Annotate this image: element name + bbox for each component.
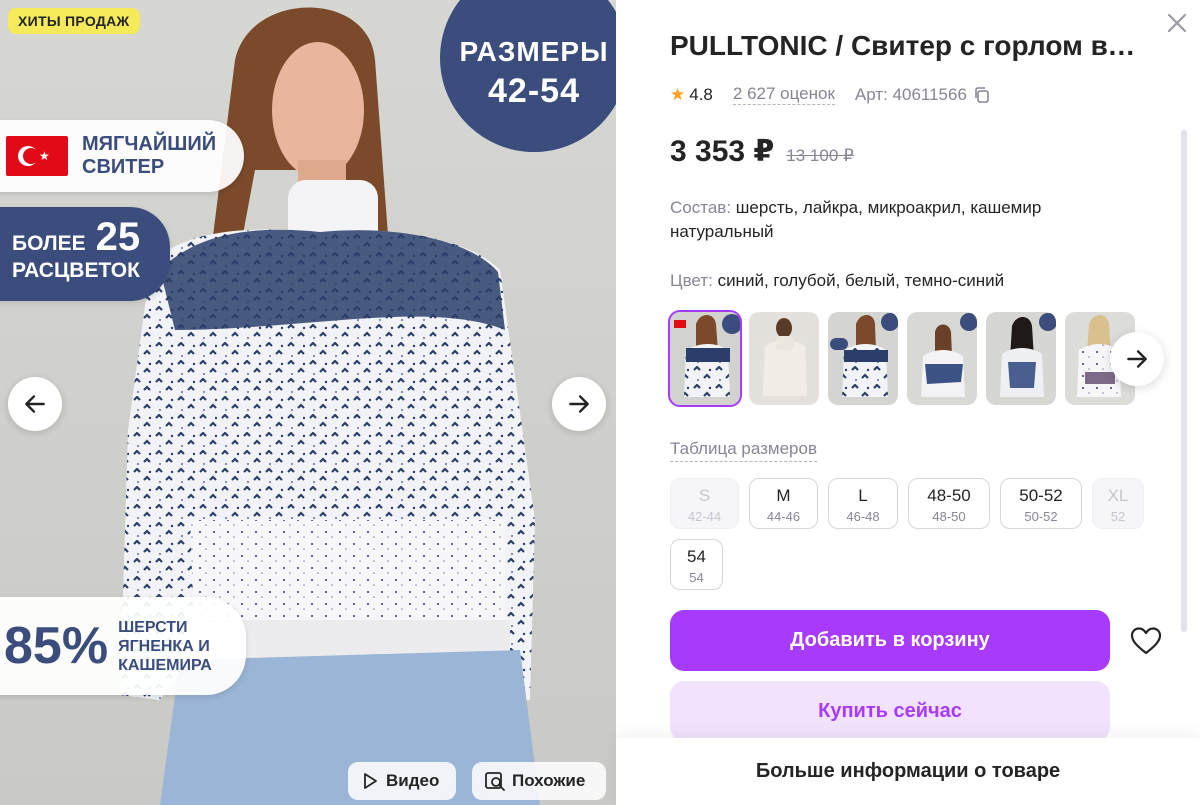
copy-icon[interactable] bbox=[973, 86, 991, 104]
size-label: 54 bbox=[687, 547, 706, 566]
promo-wool-line3: КАШЕМИРА bbox=[118, 656, 212, 674]
color-value: синий, голубой, белый, темно-синий bbox=[717, 271, 1005, 290]
size-table-link[interactable]: Таблица размеров bbox=[670, 439, 817, 462]
promo-soft-line2: СВИТЕР bbox=[82, 156, 165, 178]
size-option[interactable]: L 46-48 bbox=[828, 478, 898, 529]
color-variant-thumb[interactable] bbox=[828, 312, 898, 405]
article-text: Арт: 40611566 bbox=[854, 84, 967, 104]
reviews-link[interactable]: 2 627 оценок bbox=[732, 84, 835, 105]
size-label: 48-50 bbox=[927, 486, 971, 505]
article-number[interactable]: Арт: 40611566 bbox=[855, 85, 991, 105]
buy-now-button[interactable]: Купить сейчас bbox=[670, 681, 1110, 741]
size-option[interactable]: 48-50 48-50 bbox=[908, 478, 990, 529]
size-option[interactable]: M 44-46 bbox=[749, 478, 818, 529]
promo-soft-pill: ★ МЯГЧАЙШИЙ СВИТЕР bbox=[0, 120, 244, 192]
promo-colors-word1: БОЛЕЕ bbox=[12, 232, 86, 255]
size-option[interactable]: 54 54 bbox=[670, 539, 723, 590]
similar-label: Похожие bbox=[512, 771, 586, 790]
arrow-left-icon bbox=[25, 395, 45, 413]
promo-wool-line2: ЯГНЕНКА И bbox=[118, 637, 210, 655]
composition: Состав: шерсть, лайкра, микроакрил, каше… bbox=[670, 196, 1110, 244]
old-price: 13 100 ₽ bbox=[786, 146, 854, 165]
video-label: Видео bbox=[386, 771, 440, 790]
current-price: 3 353 ₽ bbox=[670, 135, 775, 168]
video-button[interactable]: Видео bbox=[348, 762, 456, 800]
size-label: L bbox=[858, 486, 868, 505]
product-title: PULLTONIC / Свитер с горлом вязаный bbox=[670, 30, 1150, 61]
more-info-button[interactable]: Больше информации о товаре bbox=[616, 738, 1200, 805]
color-variant-thumb[interactable] bbox=[668, 310, 742, 407]
product-rating: 4.8 bbox=[689, 84, 713, 104]
heart-icon[interactable] bbox=[1129, 625, 1163, 657]
size-option[interactable]: S 42-44 bbox=[670, 478, 739, 529]
size-label: M bbox=[776, 486, 791, 505]
size-ru: 52 bbox=[1110, 509, 1126, 524]
color-info: Цвет: синий, голубой, белый, темно-синий bbox=[670, 269, 1110, 293]
product-info-panel: PULLTONIC / Свитер с горлом вязаный ★ 4.… bbox=[616, 0, 1200, 805]
thumbnails-next-button[interactable] bbox=[1110, 332, 1164, 386]
color-variant-thumb[interactable] bbox=[749, 312, 819, 405]
bestseller-badge: ХИТЫ ПРОДАЖ bbox=[8, 8, 140, 34]
size-label: S bbox=[698, 486, 711, 505]
size-ru: 48-50 bbox=[932, 509, 966, 524]
color-variant-thumb[interactable] bbox=[986, 312, 1056, 405]
scrollbar[interactable] bbox=[1181, 130, 1187, 632]
color-label: Цвет: bbox=[670, 271, 713, 290]
product-gallery: ХИТЫ ПРОДАЖ РАЗМЕРЫ 42-54 ★ МЯГЧАЙШИЙ СВ… bbox=[0, 0, 616, 805]
price-row: 3 353 ₽ 13 100 ₽ bbox=[670, 134, 854, 169]
size-ru: 50-52 bbox=[1024, 509, 1058, 524]
promo-soft-line1: МЯГЧАЙШИЙ bbox=[82, 133, 217, 155]
size-option[interactable]: XL 52 bbox=[1092, 478, 1144, 529]
promo-colors-number: 25 bbox=[95, 215, 141, 259]
color-variant-thumb[interactable] bbox=[907, 312, 977, 405]
promo-sizes-range: 42-54 bbox=[488, 72, 580, 110]
add-to-cart-button[interactable]: Добавить в корзину bbox=[670, 610, 1110, 671]
size-ru: 46-48 bbox=[846, 509, 880, 524]
composition-label: Состав: bbox=[670, 198, 732, 217]
promo-colors-word2: РАСЦВЕТОК bbox=[12, 259, 140, 282]
size-ru: 54 bbox=[689, 570, 704, 585]
color-variant-thumbnails bbox=[668, 310, 1144, 407]
turkey-flag-icon: ★ bbox=[6, 136, 68, 176]
play-icon bbox=[364, 773, 377, 789]
image-search-icon bbox=[485, 772, 505, 791]
size-ru: 44-46 bbox=[766, 509, 801, 524]
star-icon: ★ bbox=[670, 84, 686, 104]
promo-wool-percent: 85% bbox=[4, 617, 109, 675]
product-meta: ★ 4.8 2 627 оценок Арт: 40611566 bbox=[670, 84, 991, 105]
promo-wool-line1: ШЕРСТИ bbox=[118, 618, 188, 636]
arrow-right-icon bbox=[569, 395, 589, 413]
size-label: XL bbox=[1107, 486, 1129, 505]
promo-sizes-label: РАЗМЕРЫ bbox=[459, 36, 609, 67]
size-ru: 42-44 bbox=[687, 509, 722, 524]
promo-colors-pill: БОЛЕЕ 25 РАСЦВЕТОК bbox=[0, 207, 170, 301]
close-icon[interactable] bbox=[1164, 10, 1190, 36]
gallery-prev-button[interactable] bbox=[8, 377, 62, 431]
size-option[interactable]: 50-52 50-52 bbox=[1000, 478, 1082, 529]
gallery-next-button[interactable] bbox=[552, 377, 606, 431]
size-label: 50-52 bbox=[1019, 486, 1063, 505]
similar-button[interactable]: Похожие bbox=[472, 762, 606, 800]
arrow-right-icon bbox=[1127, 350, 1147, 368]
promo-wool-pill: 85% ШЕРСТИ ЯГНЕНКА И КАШЕМИРА bbox=[0, 597, 246, 695]
